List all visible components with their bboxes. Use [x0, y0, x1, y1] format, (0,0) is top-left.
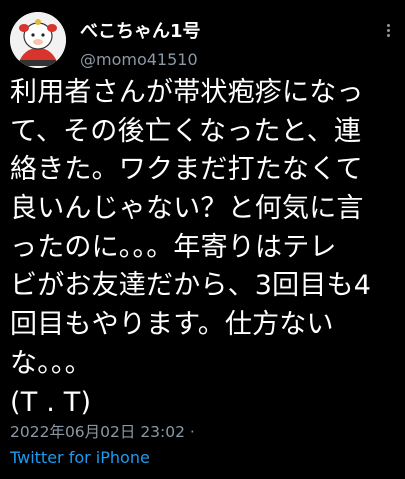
- tweet-text-line: ったのに。。。年寄りはテレ: [10, 231, 337, 263]
- more-options-icon: [378, 24, 398, 37]
- display-name[interactable]: べこちゃん1号: [80, 21, 201, 43]
- user-handle[interactable]: @momo41510: [80, 50, 198, 70]
- tweet-text-line: 回目もやります。仕方ない: [10, 309, 334, 341]
- tweet-text-line: て、その後亡くなったと、連: [10, 115, 362, 147]
- tweet-text: 利用者さんが帯状疱疹になっ て、その後亡くなったと、連 絡きた。ワクまだ打たなく…: [10, 74, 403, 422]
- tweet-text-line: 絡きた。ワクまだ打たなくて: [10, 154, 363, 186]
- tweet-text-line: (T . T): [10, 386, 92, 418]
- tweet-text-line: 良いんじゃない？と何気に言: [10, 193, 364, 225]
- tweet-text-line: 利用者さんが帯状疱疹になっ: [10, 77, 364, 108]
- tweet-text-line: ビがお友達だから、3回目も4: [10, 270, 372, 302]
- cow-mascot-avatar-icon: [10, 12, 66, 68]
- tweet-card: べこちゃん1号 @momo41510 利用者さんが帯状疱疹になっ て、その後亡く…: [0, 0, 405, 479]
- tweet-timestamp[interactable]: 2022年06月02日 23:02 ·: [10, 422, 195, 442]
- more-options-button[interactable]: [378, 22, 398, 44]
- tweet-text-line: な。。。: [10, 347, 92, 379]
- avatar[interactable]: [10, 12, 66, 68]
- tweet-source-link[interactable]: Twitter for iPhone: [10, 448, 150, 468]
